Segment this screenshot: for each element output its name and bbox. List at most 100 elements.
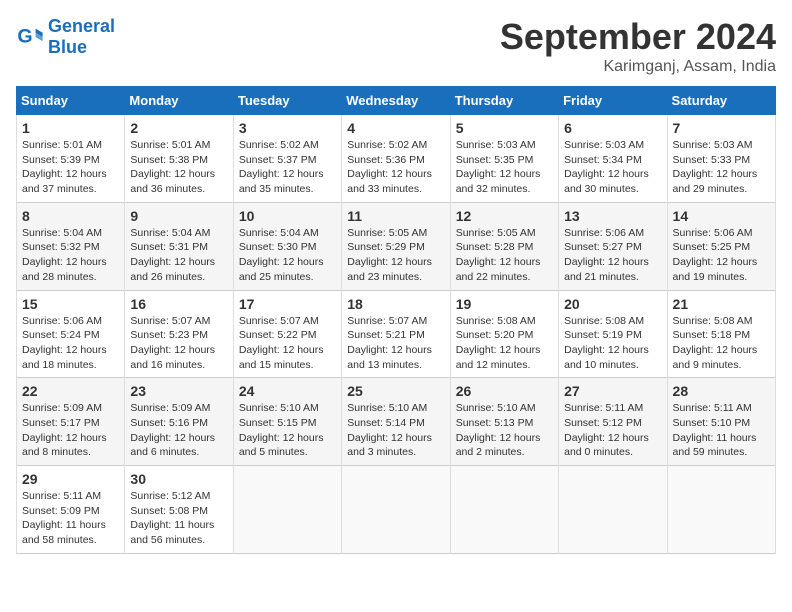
calendar-cell <box>559 466 667 554</box>
day-detail: Sunrise: 5:08 AMSunset: 5:19 PMDaylight:… <box>564 315 649 371</box>
day-detail: Sunrise: 5:03 AMSunset: 5:33 PMDaylight:… <box>673 139 758 195</box>
day-number: 23 <box>130 383 227 399</box>
day-detail: Sunrise: 5:04 AMSunset: 5:31 PMDaylight:… <box>130 227 215 283</box>
day-number: 5 <box>456 120 553 136</box>
calendar-cell: 10 Sunrise: 5:04 AMSunset: 5:30 PMDaylig… <box>233 202 341 290</box>
calendar-cell <box>233 466 341 554</box>
day-detail: Sunrise: 5:10 AMSunset: 5:15 PMDaylight:… <box>239 402 324 458</box>
header-tuesday: Tuesday <box>233 87 341 115</box>
day-number: 19 <box>456 296 553 312</box>
calendar-cell: 4 Sunrise: 5:02 AMSunset: 5:36 PMDayligh… <box>342 115 450 203</box>
day-detail: Sunrise: 5:06 AMSunset: 5:24 PMDaylight:… <box>22 315 107 371</box>
calendar-body: 1 Sunrise: 5:01 AMSunset: 5:39 PMDayligh… <box>17 115 776 554</box>
day-number: 9 <box>130 208 227 224</box>
day-detail: Sunrise: 5:06 AMSunset: 5:27 PMDaylight:… <box>564 227 649 283</box>
calendar-cell: 11 Sunrise: 5:05 AMSunset: 5:29 PMDaylig… <box>342 202 450 290</box>
day-number: 10 <box>239 208 336 224</box>
calendar-cell: 17 Sunrise: 5:07 AMSunset: 5:22 PMDaylig… <box>233 290 341 378</box>
day-detail: Sunrise: 5:02 AMSunset: 5:37 PMDaylight:… <box>239 139 324 195</box>
day-number: 24 <box>239 383 336 399</box>
location: Karimganj, Assam, India <box>500 58 776 76</box>
day-number: 4 <box>347 120 444 136</box>
day-number: 25 <box>347 383 444 399</box>
day-detail: Sunrise: 5:11 AMSunset: 5:10 PMDaylight:… <box>673 402 757 458</box>
day-detail: Sunrise: 5:10 AMSunset: 5:14 PMDaylight:… <box>347 402 432 458</box>
svg-text:G: G <box>17 26 32 48</box>
day-number: 29 <box>22 471 119 487</box>
calendar-cell <box>450 466 558 554</box>
day-number: 3 <box>239 120 336 136</box>
calendar-cell: 27 Sunrise: 5:11 AMSunset: 5:12 PMDaylig… <box>559 378 667 466</box>
day-detail: Sunrise: 5:03 AMSunset: 5:35 PMDaylight:… <box>456 139 541 195</box>
day-detail: Sunrise: 5:01 AMSunset: 5:39 PMDaylight:… <box>22 139 107 195</box>
week-row-5: 29 Sunrise: 5:11 AMSunset: 5:09 PMDaylig… <box>17 466 776 554</box>
day-number: 7 <box>673 120 770 136</box>
day-number: 2 <box>130 120 227 136</box>
title-block: September 2024 Karimganj, Assam, India <box>500 16 776 76</box>
calendar-cell: 23 Sunrise: 5:09 AMSunset: 5:16 PMDaylig… <box>125 378 233 466</box>
week-row-3: 15 Sunrise: 5:06 AMSunset: 5:24 PMDaylig… <box>17 290 776 378</box>
week-row-2: 8 Sunrise: 5:04 AMSunset: 5:32 PMDayligh… <box>17 202 776 290</box>
header-wednesday: Wednesday <box>342 87 450 115</box>
calendar-cell: 18 Sunrise: 5:07 AMSunset: 5:21 PMDaylig… <box>342 290 450 378</box>
day-number: 22 <box>22 383 119 399</box>
day-detail: Sunrise: 5:05 AMSunset: 5:29 PMDaylight:… <box>347 227 432 283</box>
logo-icon: G <box>16 23 44 51</box>
day-number: 16 <box>130 296 227 312</box>
day-number: 14 <box>673 208 770 224</box>
day-number: 30 <box>130 471 227 487</box>
calendar-cell: 7 Sunrise: 5:03 AMSunset: 5:33 PMDayligh… <box>667 115 775 203</box>
header-friday: Friday <box>559 87 667 115</box>
calendar-cell: 29 Sunrise: 5:11 AMSunset: 5:09 PMDaylig… <box>17 466 125 554</box>
calendar-cell: 9 Sunrise: 5:04 AMSunset: 5:31 PMDayligh… <box>125 202 233 290</box>
day-detail: Sunrise: 5:10 AMSunset: 5:13 PMDaylight:… <box>456 402 541 458</box>
calendar-cell: 30 Sunrise: 5:12 AMSunset: 5:08 PMDaylig… <box>125 466 233 554</box>
calendar-cell: 21 Sunrise: 5:08 AMSunset: 5:18 PMDaylig… <box>667 290 775 378</box>
week-row-4: 22 Sunrise: 5:09 AMSunset: 5:17 PMDaylig… <box>17 378 776 466</box>
day-detail: Sunrise: 5:06 AMSunset: 5:25 PMDaylight:… <box>673 227 758 283</box>
day-number: 12 <box>456 208 553 224</box>
calendar-cell <box>667 466 775 554</box>
day-number: 6 <box>564 120 661 136</box>
day-detail: Sunrise: 5:07 AMSunset: 5:22 PMDaylight:… <box>239 315 324 371</box>
day-detail: Sunrise: 5:07 AMSunset: 5:23 PMDaylight:… <box>130 315 215 371</box>
day-detail: Sunrise: 5:08 AMSunset: 5:20 PMDaylight:… <box>456 315 541 371</box>
calendar-cell: 19 Sunrise: 5:08 AMSunset: 5:20 PMDaylig… <box>450 290 558 378</box>
day-detail: Sunrise: 5:05 AMSunset: 5:28 PMDaylight:… <box>456 227 541 283</box>
calendar-cell: 22 Sunrise: 5:09 AMSunset: 5:17 PMDaylig… <box>17 378 125 466</box>
calendar-cell: 8 Sunrise: 5:04 AMSunset: 5:32 PMDayligh… <box>17 202 125 290</box>
calendar-header: SundayMondayTuesdayWednesdayThursdayFrid… <box>17 87 776 115</box>
day-detail: Sunrise: 5:04 AMSunset: 5:30 PMDaylight:… <box>239 227 324 283</box>
calendar-cell <box>342 466 450 554</box>
header-thursday: Thursday <box>450 87 558 115</box>
day-number: 13 <box>564 208 661 224</box>
day-number: 17 <box>239 296 336 312</box>
calendar-cell: 13 Sunrise: 5:06 AMSunset: 5:27 PMDaylig… <box>559 202 667 290</box>
day-number: 27 <box>564 383 661 399</box>
logo-line2: Blue <box>48 37 115 58</box>
day-number: 18 <box>347 296 444 312</box>
logo: G General Blue <box>16 16 115 58</box>
day-detail: Sunrise: 5:12 AMSunset: 5:08 PMDaylight:… <box>130 490 214 546</box>
calendar-cell: 24 Sunrise: 5:10 AMSunset: 5:15 PMDaylig… <box>233 378 341 466</box>
logo-line1: General <box>48 16 115 37</box>
day-number: 15 <box>22 296 119 312</box>
day-number: 1 <box>22 120 119 136</box>
day-detail: Sunrise: 5:09 AMSunset: 5:17 PMDaylight:… <box>22 402 107 458</box>
page-header: G General Blue September 2024 Karimganj,… <box>16 16 776 76</box>
month-title: September 2024 <box>500 16 776 58</box>
day-detail: Sunrise: 5:09 AMSunset: 5:16 PMDaylight:… <box>130 402 215 458</box>
calendar-cell: 25 Sunrise: 5:10 AMSunset: 5:14 PMDaylig… <box>342 378 450 466</box>
day-detail: Sunrise: 5:03 AMSunset: 5:34 PMDaylight:… <box>564 139 649 195</box>
day-number: 20 <box>564 296 661 312</box>
header-sunday: Sunday <box>17 87 125 115</box>
week-row-1: 1 Sunrise: 5:01 AMSunset: 5:39 PMDayligh… <box>17 115 776 203</box>
logo-text: General Blue <box>48 16 115 58</box>
calendar-cell: 12 Sunrise: 5:05 AMSunset: 5:28 PMDaylig… <box>450 202 558 290</box>
calendar-cell: 14 Sunrise: 5:06 AMSunset: 5:25 PMDaylig… <box>667 202 775 290</box>
calendar-cell: 1 Sunrise: 5:01 AMSunset: 5:39 PMDayligh… <box>17 115 125 203</box>
calendar-table: SundayMondayTuesdayWednesdayThursdayFrid… <box>16 86 776 554</box>
day-detail: Sunrise: 5:07 AMSunset: 5:21 PMDaylight:… <box>347 315 432 371</box>
header-row: SundayMondayTuesdayWednesdayThursdayFrid… <box>17 87 776 115</box>
day-number: 11 <box>347 208 444 224</box>
